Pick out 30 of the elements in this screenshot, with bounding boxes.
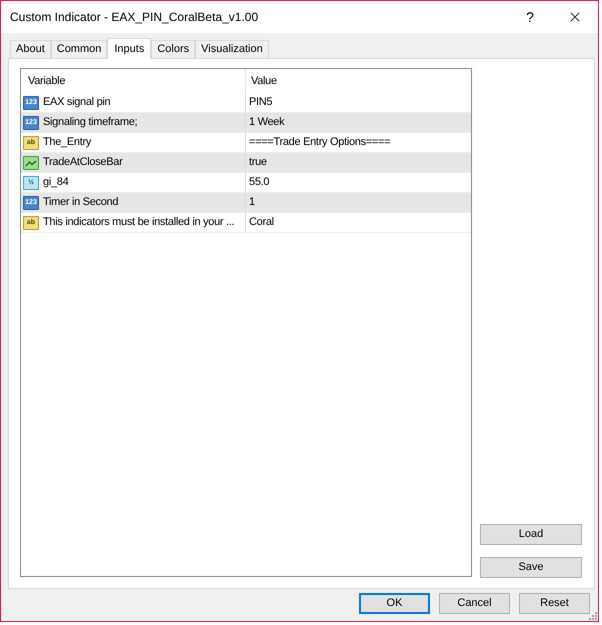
tab[interactable]: About — [10, 40, 51, 58]
variable-name: TradeAtCloseBar — [43, 155, 122, 170]
tab[interactable]: Common — [50, 40, 108, 58]
tab[interactable]: Visualization — [195, 40, 269, 58]
dialog-button[interactable]: Cancel — [439, 593, 510, 614]
variable-name: Signaling timeframe; — [43, 115, 138, 130]
variable-name: The_Entry — [43, 135, 92, 150]
variable-value: Coral — [249, 215, 274, 230]
variable-value: 1 — [249, 195, 255, 210]
variable-name: Timer in Second — [43, 195, 118, 210]
column-header[interactable]: Variable — [21, 69, 245, 93]
variable-value: 1 Week — [249, 115, 284, 130]
side-button[interactable]: Save — [480, 557, 582, 578]
dialog-button[interactable]: Reset — [519, 593, 590, 614]
variable-value: 55.0 — [249, 175, 270, 190]
variable-value: ====Trade Entry Options==== — [249, 135, 390, 150]
variable-name: gi_84 — [43, 175, 68, 190]
variable-name: EAX signal pin — [43, 95, 110, 110]
side-button[interactable]: Load — [480, 524, 582, 545]
resize-grip-icon[interactable] — [589, 612, 597, 620]
variable-name: This indicators must be installed in your ... — [43, 215, 234, 230]
window-title: Custom Indicator - EAX_PIN_CoralBeta_v1.00 — [9, 9, 258, 26]
variable-value: true — [249, 155, 267, 170]
line-graph-icon — [23, 156, 39, 170]
tab[interactable]: Colors — [151, 40, 196, 58]
variable-value: PIN5 — [249, 95, 272, 110]
input-row[interactable]: TradeAtCloseBar true — [21, 153, 471, 173]
dialog-button[interactable]: OK — [359, 593, 430, 614]
tab[interactable]: Inputs — [107, 38, 152, 59]
help-button[interactable]: ? — [508, 1, 552, 33]
